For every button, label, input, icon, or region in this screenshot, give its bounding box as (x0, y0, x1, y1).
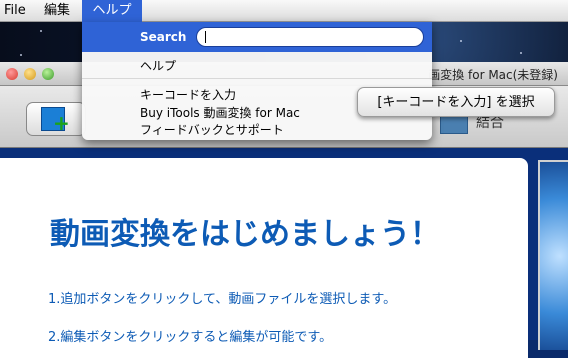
window-title: 画変換 for Mac(未登録) (428, 68, 558, 82)
minimize-window-button[interactable] (24, 68, 36, 80)
star (460, 40, 462, 42)
add-button[interactable]: + (26, 102, 86, 136)
menu-hint-tooltip: [キーコードを入力] を選択 (357, 87, 555, 117)
welcome-heading: 動画変換をはじめましょう！ (50, 217, 440, 252)
menu-item-enter-keycode[interactable]: キーコードを入力 (140, 86, 236, 103)
menu-help[interactable]: ヘルプ (82, 0, 142, 22)
help-search-row: Search (82, 22, 432, 52)
menu-separator (82, 78, 432, 79)
text-caret (205, 31, 206, 43)
star (40, 30, 42, 32)
star (520, 52, 522, 54)
menu-item-help[interactable]: ヘルプ (140, 57, 176, 74)
close-window-button[interactable] (6, 68, 18, 80)
search-label: Search (140, 30, 187, 44)
menu-bar: File 編集 ヘルプ (0, 0, 568, 22)
menu-edit[interactable]: 編集 (44, 0, 70, 22)
welcome-panel: 動画変換をはじめましょう！ 1.追加ボタンをクリックして、動画ファイルを選択しま… (0, 158, 528, 358)
instruction-step-1: 1.追加ボタンをクリックして、動画ファイルを選択します。 (48, 292, 397, 307)
help-menu-dropdown: Search ヘルプ キーコードを入力 Buy iTools 動画変換 for … (82, 22, 432, 140)
instruction-step-2: 2.編集ボタンをクリックすると編集が可能です。 (48, 330, 333, 345)
star (20, 54, 22, 56)
help-search-input[interactable] (196, 27, 424, 47)
plus-icon: + (53, 111, 70, 135)
menu-item-feedback-support[interactable]: フィードバックとサポート (140, 121, 284, 138)
preview-panel (538, 160, 568, 350)
menu-file[interactable]: File (4, 0, 26, 22)
menu-item-buy[interactable]: Buy iTools 動画変換 for Mac (140, 104, 300, 121)
zoom-window-button[interactable] (42, 68, 54, 80)
